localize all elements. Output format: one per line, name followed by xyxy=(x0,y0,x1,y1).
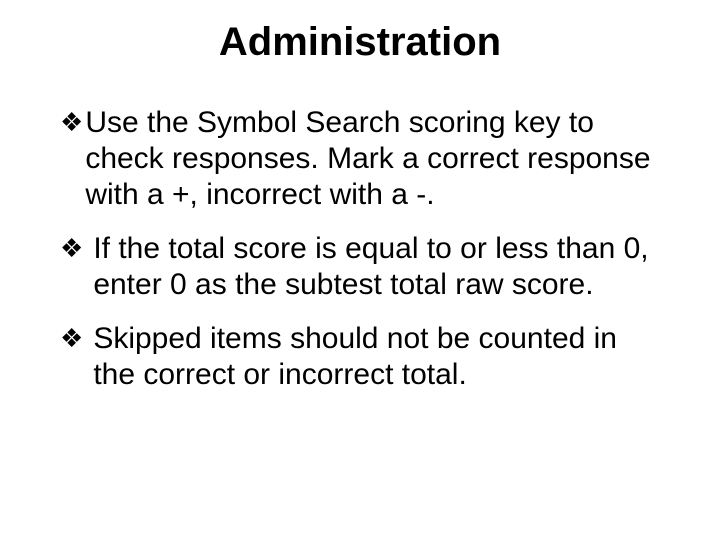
diamond-bullet-icon: ❖ xyxy=(60,105,83,140)
diamond-bullet-icon: ❖ xyxy=(60,321,83,356)
bullet-list: ❖ Use the Symbol Search scoring key to c… xyxy=(60,105,660,393)
list-item-text: Skipped items should not be counted in t… xyxy=(93,321,660,393)
slide: Administration ❖ Use the Symbol Search s… xyxy=(0,0,720,540)
list-item-text: If the total score is equal to or less t… xyxy=(93,231,660,303)
list-item: ❖ Skipped items should not be counted in… xyxy=(60,321,660,393)
list-item: ❖ Use the Symbol Search scoring key to c… xyxy=(60,105,660,213)
diamond-bullet-icon: ❖ xyxy=(60,231,83,266)
slide-title: Administration xyxy=(40,20,680,65)
list-item-text: Use the Symbol Search scoring key to che… xyxy=(85,105,660,213)
list-item: ❖ If the total score is equal to or less… xyxy=(60,231,660,303)
